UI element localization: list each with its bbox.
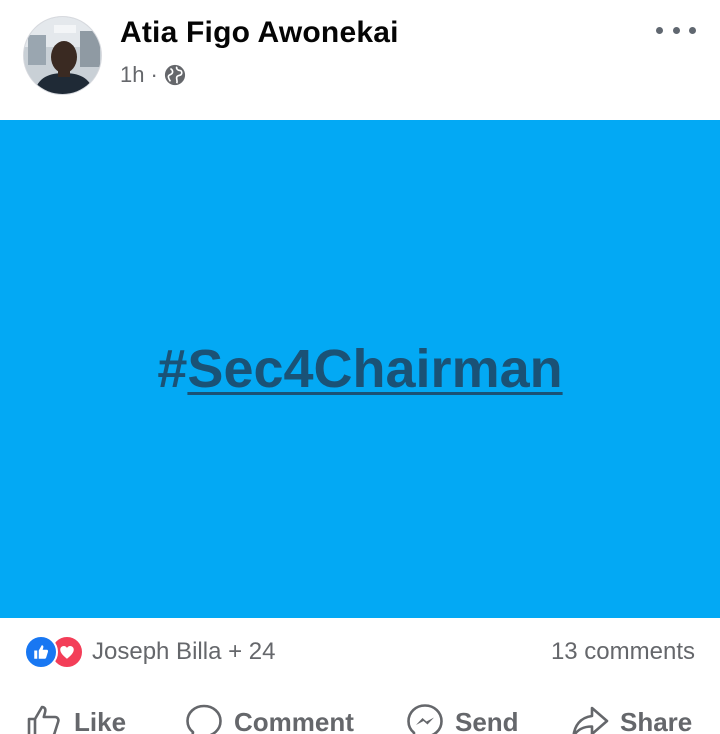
- thumbs-up-icon: [24, 702, 64, 734]
- share-label: Share: [620, 706, 693, 734]
- messenger-icon: [405, 702, 445, 734]
- like-label: Like: [74, 706, 127, 734]
- more-options-icon[interactable]: [656, 18, 696, 42]
- post-background: #Sec4Chairman: [0, 120, 720, 618]
- facebook-post: Atia Figo Awonekai 1h · #Sec4Chairman Jo…: [0, 0, 720, 734]
- globe-icon: [164, 64, 186, 86]
- meta-separator: ·: [150, 62, 158, 87]
- comment-bubble-icon: [184, 702, 224, 734]
- like-button[interactable]: Like: [24, 702, 126, 734]
- more-dot: [672, 26, 680, 34]
- post-meta: 1h ·: [120, 62, 186, 88]
- share-arrow-icon: [570, 702, 610, 734]
- comments-count[interactable]: 13 comments: [551, 636, 695, 668]
- share-button[interactable]: Share: [570, 702, 692, 734]
- more-dot: [689, 26, 696, 34]
- avatar-photo: [24, 17, 101, 94]
- post-time[interactable]: 1h: [120, 62, 144, 88]
- hashtag-text: Sec4Chairman: [187, 339, 563, 399]
- send-button[interactable]: Send: [405, 702, 519, 734]
- more-dot: [656, 26, 663, 34]
- like-reaction-icon: [24, 635, 58, 669]
- hashtag-link[interactable]: #Sec4Chairman: [157, 338, 562, 400]
- hashtag-symbol: #: [157, 339, 188, 399]
- reactions-summary[interactable]: Joseph Billa + 24: [24, 635, 276, 669]
- comment-button[interactable]: Comment: [184, 702, 354, 734]
- author-avatar[interactable]: [23, 16, 102, 95]
- comment-label: Comment: [234, 706, 354, 734]
- reaction-names: Joseph Billa + 24: [92, 638, 276, 665]
- send-label: Send: [455, 706, 519, 734]
- author-name[interactable]: Atia Figo Awonekai: [120, 16, 399, 50]
- action-bar: Like Comment Send Share: [0, 702, 720, 734]
